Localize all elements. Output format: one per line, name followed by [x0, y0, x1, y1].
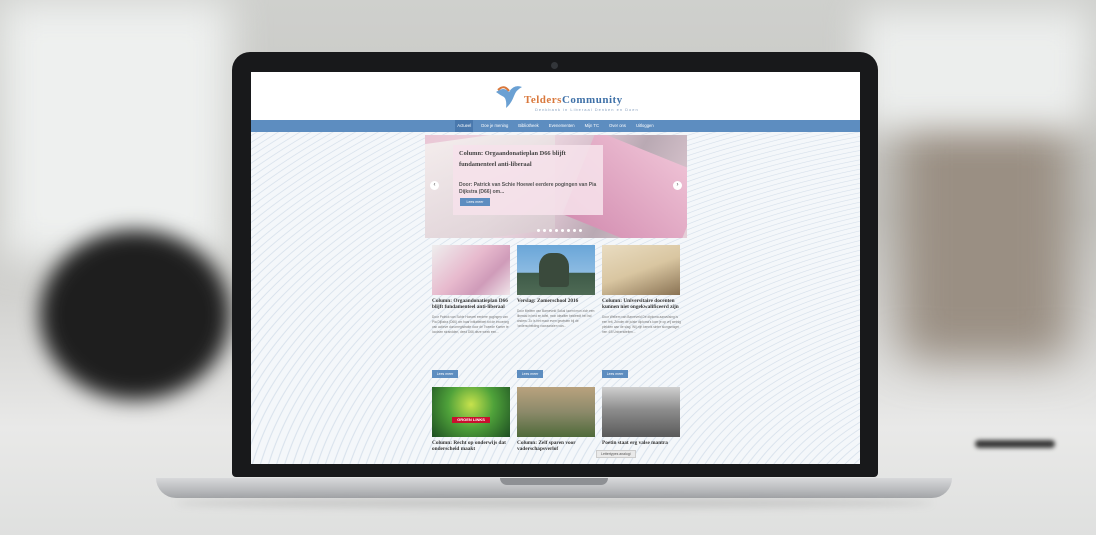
article-card: GROEN LINKS Column: Recht op onderwijs d… [432, 387, 512, 452]
cable [975, 440, 1055, 448]
slider-dot[interactable] [573, 229, 576, 232]
background-object-right [900, 100, 1070, 360]
nav-item-mening[interactable]: Doe je mening [479, 120, 510, 132]
read-more-button[interactable]: Lees meer [602, 370, 628, 378]
hero-intro: Door: Patrick van Schie Hoewel eerdere p… [459, 182, 597, 195]
article-excerpt: Door Wellem van Barneveld De diploma aan… [602, 315, 681, 334]
article-card: Column: Orgaandonatieplan D66 blijft fun… [432, 245, 512, 378]
nav-item-uitloggen[interactable]: Uitloggen [634, 120, 656, 132]
read-more-button[interactable]: Lees meer [517, 370, 543, 378]
hero-read-more-button[interactable]: Lees meer [460, 198, 490, 206]
article-title[interactable]: Poetin staat erg valse mantra [602, 440, 682, 446]
laptop-screen: TeldersCommunity Denkbank in Liberaal De… [251, 72, 860, 464]
background-object-window-right [860, 10, 1090, 130]
slider-dot[interactable] [537, 229, 540, 232]
statue-shape [539, 253, 569, 287]
slider-dot[interactable] [567, 229, 570, 232]
site-tagline: Denkbank in Liberaal Denken en Doen [535, 107, 639, 112]
slider-dot[interactable] [561, 229, 564, 232]
article-excerpt: Door Patrick van Schie Hoewel eerdere po… [432, 315, 509, 334]
nav-item-mijn-tc[interactable]: Mijn TC [583, 120, 601, 132]
article-title[interactable]: Column: Universitaire docenten kunnen ni… [602, 298, 682, 310]
nav-item-bibliotheek[interactable]: Bibliotheek [516, 120, 541, 132]
laptop-shadow [176, 498, 932, 508]
logo-part-1: Telders [524, 94, 562, 106]
hero-title[interactable]: Column: Orgaandonatieplan D66 blijft fun… [459, 148, 599, 170]
site-header: TeldersCommunity Denkbank in Liberaal De… [251, 72, 860, 120]
article-thumbnail[interactable] [602, 387, 680, 437]
article-thumbnail[interactable] [602, 245, 680, 295]
slider-dot[interactable] [555, 229, 558, 232]
main-nav: Actueel Doe je mening Bibliotheek Evenem… [251, 120, 860, 132]
nav-item-evenementen[interactable]: Evenementen [547, 120, 577, 132]
slider-dot[interactable] [543, 229, 546, 232]
nav-item-over-ons[interactable]: Over ons [607, 120, 628, 132]
article-title[interactable]: Column: Zelf sparen voor vaderschapsverl… [517, 440, 597, 452]
article-title[interactable]: Column: Recht op onderwijs dat ondersche… [432, 440, 512, 452]
article-thumbnail[interactable]: GROEN LINKS [432, 387, 510, 437]
bird-logo-icon[interactable] [494, 82, 524, 110]
slider-dot[interactable] [549, 229, 552, 232]
article-thumbnail[interactable] [517, 387, 595, 437]
nav-item-actueel[interactable]: Actueel [455, 120, 474, 132]
article-title[interactable]: Verslag: Zomerschool 2016 [517, 298, 597, 304]
slider-prev-icon[interactable]: ‹ [430, 181, 439, 190]
article-thumbnail[interactable] [517, 245, 595, 295]
background-object-dark [40, 230, 230, 400]
article-excerpt: Door Mellem van Barneveld Sokal lucent m… [517, 309, 595, 328]
article-card: Column: Zelf sparen voor vaderschapsverl… [517, 387, 597, 452]
slider-next-icon[interactable]: › [673, 181, 682, 190]
background-window [0, 0, 230, 260]
article-card: Verslag: Zomerschool 2016 Door Mellem va… [517, 245, 597, 378]
site-logo-text[interactable]: TeldersCommunity [524, 94, 623, 106]
laptop-notch [500, 478, 608, 485]
logo-part-2: Community [561, 94, 623, 106]
tooltip: Lettertypes analogi [596, 450, 636, 458]
article-card: Column: Universitaire docenten kunnen ni… [602, 245, 682, 378]
slider-dots [537, 229, 582, 232]
hero-slider[interactable]: Column: Orgaandonatieplan D66 blijft fun… [425, 135, 687, 238]
groenlinks-badge: GROEN LINKS [452, 417, 490, 423]
article-thumbnail[interactable] [432, 245, 510, 295]
slider-dot[interactable] [579, 229, 582, 232]
read-more-button[interactable]: Lees meer [432, 370, 458, 378]
article-title[interactable]: Column: Orgaandonatieplan D66 blijft fun… [432, 298, 512, 310]
article-card: Poetin staat erg valse mantra [602, 387, 682, 446]
webcam [551, 62, 558, 69]
